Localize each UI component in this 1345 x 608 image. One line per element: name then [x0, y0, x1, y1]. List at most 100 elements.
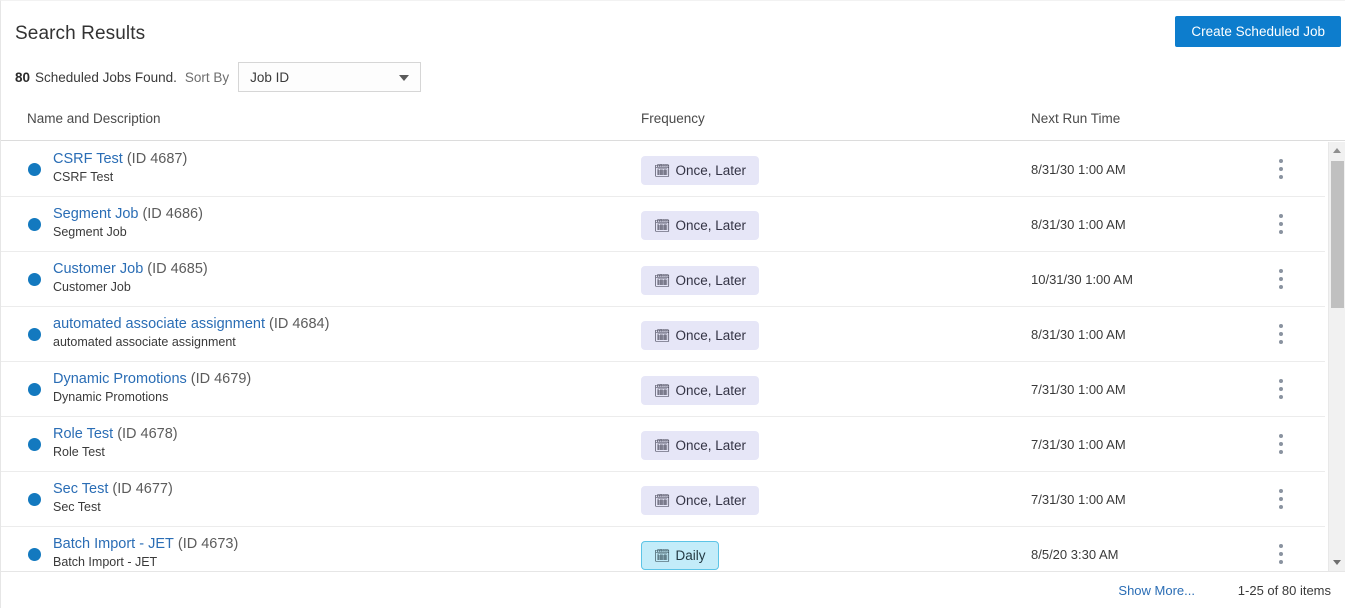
- job-name-cell: automated associate assignment (ID 4684) a…: [53, 315, 613, 349]
- job-title-line: Segment Job (ID 4686): [53, 205, 613, 223]
- table-row[interactable]: CSRF Test (ID 4687) CSRF Test 🗓 Once, Later 8…: [1, 142, 1325, 197]
- job-name-link[interactable]: Customer Job: [53, 261, 143, 277]
- job-name-cell: Sec Test (ID 4677) Sec Test: [53, 480, 613, 514]
- job-name-cell: CSRF Test (ID 4687) CSRF Test: [53, 150, 613, 184]
- table-row[interactable]: Sec Test (ID 4677) Sec Test 🗓 Once, Later 7/3…: [1, 472, 1325, 527]
- frequency-label: Once, Later: [675, 218, 747, 233]
- next-run-time: 7/31/30 1:00 AM: [1031, 437, 1126, 452]
- row-actions-kebab-menu-icon[interactable]: [1271, 214, 1291, 236]
- frequency-label: Once, Later: [675, 493, 747, 508]
- next-run-time: 7/31/30 1:00 AM: [1031, 492, 1126, 507]
- frequency-badge[interactable]: 🗓 Once, Later: [641, 211, 760, 240]
- calendar-icon: 🗓: [654, 493, 671, 508]
- sort-by-label: Sort By: [184, 69, 230, 85]
- list-scrollbar[interactable]: [1328, 142, 1345, 571]
- job-title-line: automated associate assignment (ID 4684): [53, 315, 613, 333]
- next-run-time: 7/31/30 1:00 AM: [1031, 382, 1126, 397]
- job-title-line: Role Test (ID 4678): [53, 425, 613, 443]
- frequency-label: Once, Later: [675, 328, 747, 343]
- scroll-down-arrow-icon[interactable]: [1329, 554, 1345, 571]
- frequency-cell: 🗓 Daily: [641, 541, 719, 570]
- row-actions-kebab-menu-icon[interactable]: [1271, 434, 1291, 456]
- status-dot-icon: [28, 493, 41, 506]
- job-description: CSRF Test: [53, 170, 114, 184]
- pagination-count: 1-25 of 80 items: [1237, 583, 1331, 598]
- row-actions-kebab-menu-icon[interactable]: [1271, 379, 1291, 401]
- table-row[interactable]: Role Test (ID 4678) Role Test 🗓 Once, Later 7…: [1, 417, 1325, 472]
- table-column-headers: Name and Description Frequency Next Run …: [1, 111, 1345, 141]
- results-count-label: Scheduled Jobs Found.: [35, 69, 177, 85]
- job-name-link[interactable]: Sec Test: [53, 481, 108, 497]
- frequency-cell: 🗓 Once, Later: [641, 486, 760, 515]
- status-dot-icon: [28, 328, 41, 341]
- row-actions-kebab-menu-icon[interactable]: [1271, 269, 1291, 291]
- column-header-name: Name and Description: [27, 111, 161, 126]
- frequency-badge[interactable]: 🗓 Once, Later: [641, 266, 760, 295]
- scrollbar-thumb[interactable]: [1331, 161, 1344, 308]
- frequency-badge[interactable]: 🗓 Once, Later: [641, 321, 760, 350]
- job-name-link[interactable]: Segment Job: [53, 206, 138, 222]
- job-title-line: Sec Test (ID 4677): [53, 480, 613, 498]
- sort-by-select[interactable]: Job ID: [238, 62, 422, 92]
- job-description: Sec Test: [53, 500, 101, 514]
- job-name-link[interactable]: CSRF Test: [53, 151, 123, 167]
- job-id-label: (ID 4673): [177, 536, 239, 552]
- job-name-cell: Segment Job (ID 4686) Segment Job: [53, 205, 613, 239]
- job-description: automated associate assignment: [53, 335, 236, 349]
- job-title-line: Batch Import - JET (ID 4673): [53, 535, 613, 553]
- row-actions-kebab-menu-icon[interactable]: [1271, 489, 1291, 511]
- table-row[interactable]: Customer Job (ID 4685) Customer Job 🗓 Once, …: [1, 252, 1325, 307]
- status-dot-icon: [28, 163, 41, 176]
- frequency-cell: 🗓 Once, Later: [641, 321, 760, 350]
- calendar-icon: 🗓: [654, 383, 671, 398]
- job-description: Role Test: [53, 445, 105, 459]
- job-description: Dynamic Promotions: [53, 390, 169, 404]
- frequency-label: Once, Later: [675, 383, 747, 398]
- status-dot-icon: [28, 218, 41, 231]
- frequency-badge[interactable]: 🗓 Daily: [641, 541, 719, 570]
- results-count: 80: [15, 69, 31, 85]
- job-id-label: (ID 4677): [112, 481, 173, 497]
- page-header: Search Results Create Scheduled Job 80 S…: [1, 1, 1345, 97]
- column-header-next-run: Next Run Time: [1031, 111, 1121, 126]
- scroll-up-arrow-icon[interactable]: [1329, 142, 1345, 159]
- frequency-badge[interactable]: 🗓 Once, Later: [641, 431, 760, 460]
- frequency-label: Daily: [675, 548, 706, 563]
- scheduled-jobs-list-viewport: CSRF Test (ID 4687) CSRF Test 🗓 Once, Later 8…: [1, 142, 1345, 571]
- job-id-label: (ID 4684): [269, 316, 330, 332]
- job-name-link[interactable]: Batch Import - JET: [53, 536, 174, 552]
- scheduled-jobs-list: CSRF Test (ID 4687) CSRF Test 🗓 Once, Later 8…: [1, 142, 1325, 571]
- show-more-link[interactable]: Show More...: [1118, 583, 1195, 598]
- status-dot-icon: [28, 548, 41, 561]
- row-actions-kebab-menu-icon[interactable]: [1271, 159, 1291, 181]
- frequency-badge[interactable]: 🗓 Once, Later: [641, 376, 760, 405]
- row-actions-kebab-menu-icon[interactable]: [1271, 324, 1291, 346]
- frequency-label: Once, Later: [675, 273, 747, 288]
- table-row[interactable]: Batch Import - JET (ID 4673) Batch Import …: [1, 527, 1325, 571]
- frequency-cell: 🗓 Once, Later: [641, 156, 760, 185]
- job-name-link[interactable]: Role Test: [53, 426, 113, 442]
- frequency-cell: 🗓 Once, Later: [641, 266, 760, 295]
- calendar-icon: 🗓: [654, 273, 671, 288]
- job-title-line: Dynamic Promotions (ID 4679): [53, 370, 613, 388]
- job-name-link[interactable]: automated associate assignment: [53, 316, 265, 332]
- next-run-time: 8/31/30 1:00 AM: [1031, 327, 1126, 342]
- page-title: Search Results: [15, 23, 146, 44]
- job-name-cell: Role Test (ID 4678) Role Test: [53, 425, 613, 459]
- job-description: Batch Import - JET: [53, 555, 158, 569]
- frequency-badge[interactable]: 🗓 Once, Later: [641, 156, 760, 185]
- job-name-cell: Customer Job (ID 4685) Customer Job: [53, 260, 613, 294]
- calendar-icon: 🗓: [654, 218, 671, 233]
- table-row[interactable]: automated associate assignment (ID 4684) a…: [1, 307, 1325, 362]
- next-run-time: 8/31/30 1:00 AM: [1031, 217, 1126, 232]
- frequency-label: Once, Later: [675, 438, 747, 453]
- frequency-badge[interactable]: 🗓 Once, Later: [641, 486, 760, 515]
- create-scheduled-job-button[interactable]: Create Scheduled Job: [1175, 16, 1341, 47]
- job-name-link[interactable]: Dynamic Promotions: [53, 371, 187, 387]
- table-row[interactable]: Segment Job (ID 4686) Segment Job 🗓 Once, La…: [1, 197, 1325, 252]
- job-id-label: (ID 4687): [126, 151, 188, 167]
- job-name-cell: Dynamic Promotions (ID 4679) Dynamic Promo…: [53, 370, 613, 404]
- frequency-cell: 🗓 Once, Later: [641, 211, 760, 240]
- table-row[interactable]: Dynamic Promotions (ID 4679) Dynamic Promo…: [1, 362, 1325, 417]
- row-actions-kebab-menu-icon[interactable]: [1271, 544, 1291, 566]
